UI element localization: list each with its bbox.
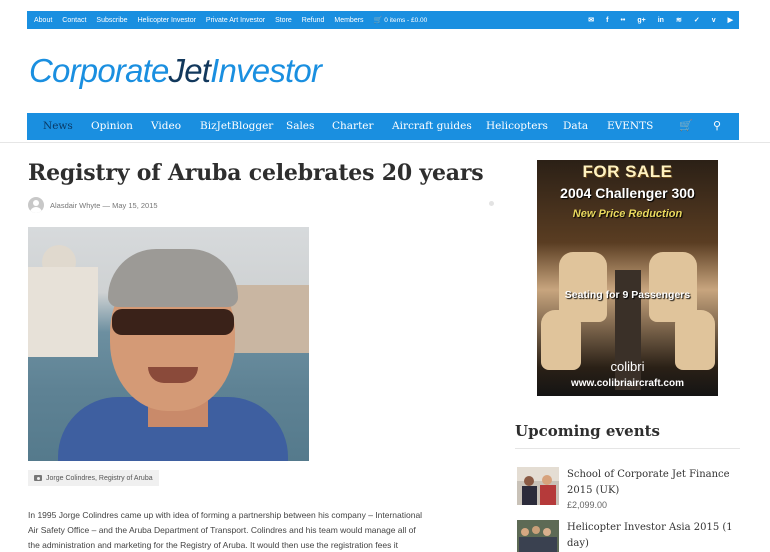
nav-item-sales[interactable]: Sales [286,113,314,140]
top-cart-link[interactable]: 🛒 0 items - £0.00 [374,16,428,24]
linkedin-icon[interactable]: in [658,17,664,24]
logo-part-corporate: Corporate [29,52,169,89]
nav-item-news[interactable]: News [43,113,73,140]
event-title[interactable]: Helicopter Investor Asia 2015 (1 day) [567,520,739,552]
nav-divider [0,142,770,143]
cart-icon: 🛒 [373,17,383,24]
flickr-icon[interactable]: •• [620,17,625,24]
body-line: the administration and marketing for the… [28,540,398,550]
avatar [28,197,44,213]
search-icon[interactable]: ⚲ [713,113,721,140]
ad-price-note: New Price Reduction [572,208,683,220]
top-link-about[interactable]: About [34,17,52,24]
byline-text: Alasdair Whyte — May 15, 2015 [50,200,158,210]
site-logo[interactable]: CorporateJetInvestor [29,52,322,92]
nav-item-opinion[interactable]: Opinion [91,113,133,140]
nav-item-helicopters[interactable]: Helicopters [486,113,548,140]
envelope-icon[interactable]: ✉ [588,16,594,24]
main-nav: News Opinion Video BizJetBlogger Sales C… [27,113,739,140]
vimeo-icon[interactable]: v [712,17,716,24]
article-body: In 1995 Jorge Colindres came up with ide… [28,508,498,552]
logo-part-jet: Jet [168,52,211,89]
body-line: Air Safety Office – and the Aruba Depart… [28,525,416,535]
event-price: £2,099.00 [567,500,608,510]
social-icons: ✉ f •• g+ in ≋ ✓ v ▶ [576,11,733,29]
article-byline: Alasdair Whyte — May 15, 2015 [28,197,158,213]
twitter-icon[interactable]: ✓ [694,16,700,24]
top-link-contact[interactable]: Contact [62,17,86,24]
decorative-dot [489,201,494,206]
nav-item-events[interactable]: EVENTS [607,113,653,140]
article-photo [28,227,309,461]
ad-seating: Seating for 9 Passengers [564,289,691,301]
camera-icon [34,475,42,481]
cart-summary: 0 items - £0.00 [384,17,428,24]
top-link-private-art-investor[interactable]: Private Art Investor [206,17,265,24]
body-line: In 1995 Jorge Colindres came up with ide… [28,510,423,520]
ad-model: 2004 Challenger 300 [560,185,695,201]
logo-part-investor: Investor [210,52,322,89]
nav-item-video[interactable]: Video [151,113,181,140]
facebook-icon[interactable]: f [606,17,608,24]
cart-icon[interactable]: 🛒 [679,113,693,140]
top-link-refund[interactable]: Refund [302,17,325,24]
nav-item-bizjetblogger[interactable]: BizJetBlogger [200,113,273,140]
nav-item-aircraft-guides[interactable]: Aircraft guides [392,113,472,140]
rss-icon[interactable]: ≋ [676,16,682,24]
event-title[interactable]: School of Corporate Jet Finance 2015 (UK… [567,467,739,499]
top-link-helicopter-investor[interactable]: Helicopter Investor [138,17,196,24]
top-link-members[interactable]: Members [334,17,363,24]
ad-url: www.colibriaircraft.com [571,378,684,389]
top-link-subscribe[interactable]: Subscribe [96,17,127,24]
caption-text: Jorge Colindres, Registry of Aruba [46,474,153,482]
nav-item-charter[interactable]: Charter [332,113,374,140]
top-links: About Contact Subscribe Helicopter Inves… [27,11,427,29]
photo-caption: Jorge Colindres, Registry of Aruba [28,470,159,486]
ad-brand-logo: colibri [610,359,645,374]
events-heading: Upcoming events [515,422,660,440]
top-link-store[interactable]: Store [275,17,292,24]
article-title: Registry of Aruba celebrates 20 years [28,160,484,186]
google-plus-icon[interactable]: g+ [637,17,645,24]
top-utility-bar: About Contact Subscribe Helicopter Inves… [27,11,739,29]
events-divider [515,448,740,449]
youtube-icon[interactable]: ▶ [728,16,733,24]
ad-headline: FOR SALE [582,162,673,181]
nav-item-data[interactable]: Data [563,113,588,140]
event-thumbnail[interactable] [517,520,559,552]
event-thumbnail[interactable] [517,467,559,505]
sidebar-ad[interactable]: FOR SALE 2004 Challenger 300 New Price R… [537,160,718,396]
